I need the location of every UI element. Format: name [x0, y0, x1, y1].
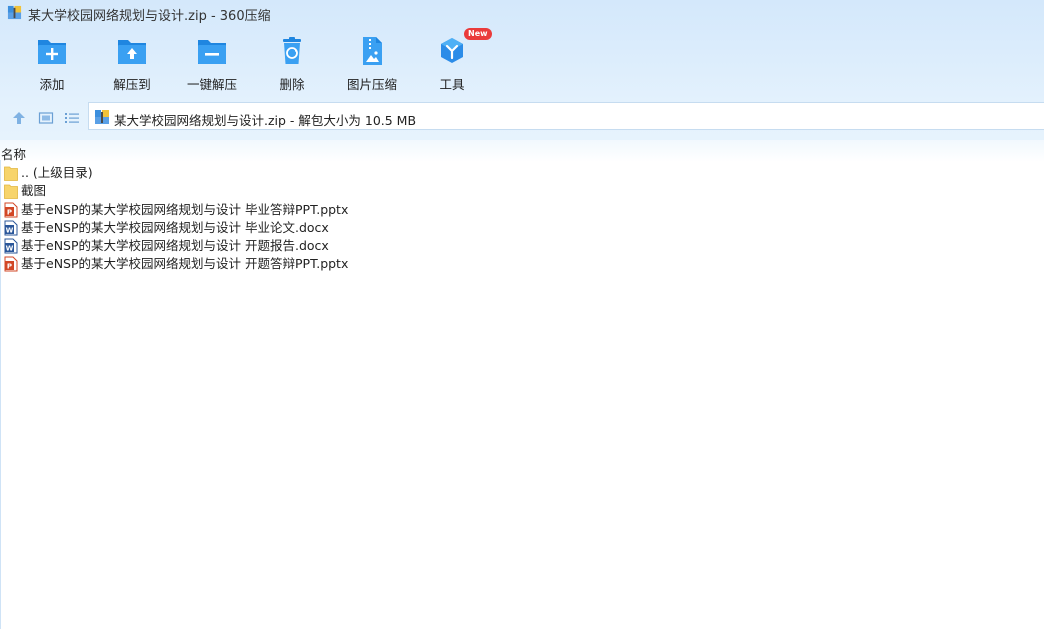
title-bar: 某大学校园网络规划与设计.zip - 360压缩 — [0, 0, 1044, 26]
list-item[interactable]: 截图 — [0, 182, 1044, 200]
column-header-name[interactable]: 名称 — [1, 144, 26, 163]
extract-to-button-label: 解压到 — [113, 77, 151, 92]
powerpoint-file-icon: P — [4, 256, 18, 272]
list-item-name: 基于eNSP的某大学校园网络规划与设计 开题报告.docx — [21, 238, 329, 254]
list-item[interactable]: .. (上级目录) — [0, 164, 1044, 182]
list-item-name: 基于eNSP的某大学校园网络规划与设计 毕业答辩PPT.pptx — [21, 201, 349, 217]
image-compress-button[interactable]: 图片压缩 — [332, 30, 412, 94]
list-item[interactable]: P 基于eNSP的某大学校园网络规划与设计 开题答辩PPT.pptx — [0, 255, 1044, 273]
folder-icon — [4, 184, 18, 200]
archive-icon — [95, 110, 109, 124]
up-arrow-icon[interactable] — [11, 110, 27, 126]
delete-button[interactable]: 删除 — [252, 30, 332, 94]
list-header: 名称 — [0, 140, 1044, 162]
list-view-icon[interactable] — [64, 110, 80, 126]
word-file-icon: W — [4, 238, 18, 254]
list-item-name: 截图 — [21, 183, 47, 199]
powerpoint-file-icon: P — [4, 202, 18, 218]
one-click-extract-icon — [198, 40, 226, 64]
extract-to-icon — [118, 40, 146, 64]
folder-icon — [4, 166, 18, 181]
new-badge: New — [464, 28, 492, 40]
delete-icon — [283, 37, 301, 64]
tools-icon — [441, 38, 463, 63]
address-text: 某大学校园网络规划与设计.zip - 解包大小为 10.5 MB — [114, 113, 417, 128]
list-item-name: 基于eNSP的某大学校园网络规划与设计 毕业论文.docx — [21, 219, 329, 235]
add-icon — [38, 40, 66, 64]
delete-button-label: 删除 — [279, 77, 305, 92]
add-button[interactable]: 添加 — [12, 30, 92, 94]
one-click-extract-button-label: 一键解压 — [186, 77, 237, 92]
list-item[interactable]: W 基于eNSP的某大学校园网络规划与设计 开题报告.docx — [0, 237, 1044, 255]
list-item[interactable]: P 基于eNSP的某大学校园网络规划与设计 毕业答辩PPT.pptx — [0, 201, 1044, 219]
archive-icon — [7, 5, 22, 20]
extract-to-button[interactable]: 解压到 — [92, 30, 172, 94]
one-click-extract-button[interactable]: 一键解压 — [172, 30, 252, 94]
svg-text:P: P — [7, 208, 12, 216]
add-button-label: 添加 — [39, 77, 65, 92]
word-file-icon: W — [4, 220, 18, 236]
list-item-name: .. (上级目录) — [21, 165, 93, 180]
file-list: .. (上级目录) 截图 P 基于eNSP的某大学校园网络规划与设计 毕业答辩P… — [0, 164, 1044, 274]
svg-text:W: W — [6, 245, 14, 253]
tools-button[interactable]: New 工具 — [412, 28, 492, 94]
tools-button-label: 工具 — [439, 77, 465, 92]
image-compress-button-label: 图片压缩 — [346, 77, 397, 92]
image-compress-icon — [363, 37, 382, 65]
svg-text:P: P — [7, 263, 12, 271]
address-row: 某大学校园网络规划与设计.zip - 解包大小为 10.5 MB — [0, 102, 1044, 132]
list-item-name: 基于eNSP的某大学校园网络规划与设计 开题答辩PPT.pptx — [21, 256, 349, 272]
thumbnail-view-icon[interactable] — [38, 110, 54, 126]
toolbar: 添加 解压到 一键解压 删除 图片压缩 New 工具 — [0, 28, 600, 96]
address-bar[interactable]: 某大学校园网络规划与设计.zip - 解包大小为 10.5 MB — [88, 102, 1044, 130]
svg-text:W: W — [6, 226, 14, 234]
top-panel: 某大学校园网络规划与设计.zip - 360压缩 添加 解压到 一键解压 删除 … — [0, 0, 1044, 140]
window-title: 某大学校园网络规划与设计.zip - 360压缩 — [28, 9, 271, 24]
list-item[interactable]: W 基于eNSP的某大学校园网络规划与设计 毕业论文.docx — [0, 219, 1044, 237]
